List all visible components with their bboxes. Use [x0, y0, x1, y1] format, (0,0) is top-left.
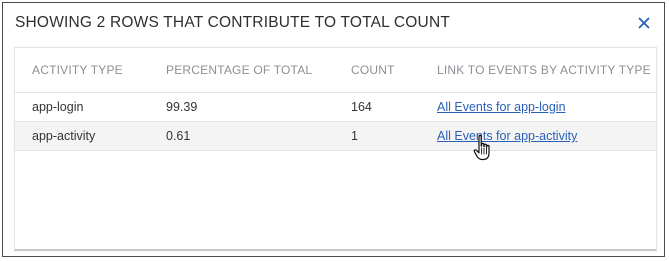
close-icon	[638, 17, 650, 29]
table-row: app-login 99.39 164 All Events for app-l…	[15, 92, 656, 122]
column-header-count[interactable]: COUNT	[351, 48, 437, 93]
dialog-title: SHOWING 2 ROWS THAT CONTRIBUTE TO TOTAL …	[15, 14, 451, 31]
column-header-activity-type[interactable]: ACTIVITY TYPE	[15, 48, 166, 93]
results-table-panel: ACTIVITY TYPE PERCENTAGE OF TOTAL COUNT …	[14, 47, 657, 251]
cell-percentage: 99.39	[166, 92, 351, 122]
cell-count: 1	[351, 121, 437, 151]
table-row: app-activity 0.61 1 All Events for app-a…	[15, 121, 656, 151]
cell-activity-type: app-login	[15, 92, 166, 122]
events-link-app-login[interactable]: All Events for app-login	[437, 100, 566, 114]
close-button[interactable]	[634, 13, 654, 33]
cell-count: 164	[351, 92, 437, 122]
table-header-row: ACTIVITY TYPE PERCENTAGE OF TOTAL COUNT …	[15, 48, 656, 93]
cell-percentage: 0.61	[166, 121, 351, 151]
dialog-header: SHOWING 2 ROWS THAT CONTRIBUTE TO TOTAL …	[3, 3, 664, 47]
cell-link: All Events for app-login	[437, 92, 656, 122]
results-table: ACTIVITY TYPE PERCENTAGE OF TOTAL COUNT …	[15, 48, 656, 151]
cell-link: All Events for app-activity	[437, 121, 656, 151]
column-header-link[interactable]: LINK TO EVENTS BY ACTIVITY TYPE	[437, 48, 656, 93]
events-link-app-activity[interactable]: All Events for app-activity	[437, 129, 577, 143]
dialog: SHOWING 2 ROWS THAT CONTRIBUTE TO TOTAL …	[2, 2, 665, 257]
column-header-percentage[interactable]: PERCENTAGE OF TOTAL	[166, 48, 351, 93]
cell-activity-type: app-activity	[15, 121, 166, 151]
